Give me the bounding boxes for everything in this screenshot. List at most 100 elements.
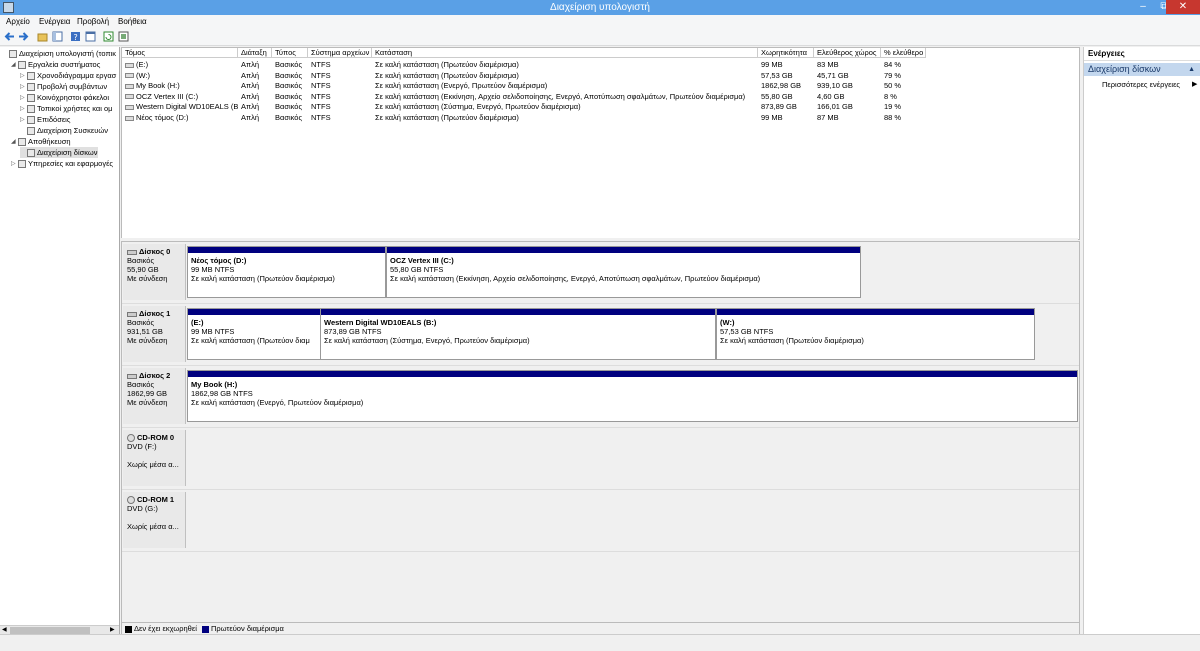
table-cell[interactable]: Σε καλή κατάσταση (Σύστημα, Ενεργό, Πρωτ… [372,102,758,112]
table-cell[interactable]: NTFS [308,71,372,81]
table-cell[interactable]: 19 % [881,102,926,112]
minimize-button[interactable]: – [1132,0,1154,14]
partition[interactable]: Western Digital WD10EALS (B:) 873,89 GB N… [320,308,716,360]
tree-item[interactable]: ▷ Επιδόσεις [20,114,70,125]
table-cell[interactable]: 4,60 GB [814,92,881,102]
tree-item[interactable]: ▷ Κοινόχρηστοι φάκελοι [20,92,109,103]
table-cell[interactable]: 57,53 GB [758,71,814,81]
partition[interactable]: Νέος τόμος (D:) 99 MB NTFS Σε καλή κατάστα… [187,246,386,298]
disk-label[interactable]: CD-ROM 0 DVD (F:) Χωρίς μέσα α... [123,430,186,486]
scroll-left-icon[interactable]: ◀ [2,626,7,633]
expand-arrow-icon[interactable]: ▷ [11,159,18,170]
volume-name-cell[interactable]: (E:) [122,60,238,70]
table-cell[interactable]: 45,71 GB [814,71,881,81]
refresh-icon[interactable] [103,31,114,42]
table-cell[interactable]: Βασικός [272,71,308,81]
menu-help[interactable]: Βοήθεια [118,17,147,26]
partition[interactable]: My Book (H:) 1862,98 GB NTFS Σε καλή κατάσ… [187,370,1078,422]
table-cell[interactable]: Απλή [238,71,272,81]
column-header[interactable]: Τύπος [272,48,308,58]
expand-arrow-icon[interactable]: ▷ [20,93,27,104]
menu-view[interactable]: Προβολή [77,17,109,26]
table-cell[interactable]: Βασικός [272,60,308,70]
volume-name-cell[interactable]: OCZ Vertex III (C:) [122,92,238,102]
disk-label[interactable]: CD-ROM 1 DVD (G:) Χωρίς μέσα α... [123,492,186,548]
close-button[interactable]: ✕ [1166,0,1200,14]
table-cell[interactable]: NTFS [308,60,372,70]
table-cell[interactable]: 55,80 GB [758,92,814,102]
properties-icon[interactable] [85,31,96,42]
table-cell[interactable]: Απλή [238,113,272,123]
column-header[interactable]: Τόμος [122,48,238,58]
expand-arrow-icon[interactable]: ◢ [11,137,18,148]
menu-action[interactable]: Ενέργεια [39,17,70,26]
menu-file[interactable]: Αρχείο [6,17,30,26]
table-cell[interactable]: Σε καλή κατάσταση (Εκκίνηση, Αρχείο σελι… [372,92,758,102]
tree-item[interactable]: ▷ Προβολή συμβάντων [20,81,107,92]
tree-item[interactable]: ◢ Αποθήκευση [11,136,71,147]
column-header[interactable]: Σύστημα αρχείων [308,48,372,58]
table-cell[interactable]: Απλή [238,81,272,91]
disk-label[interactable]: Δίσκος 2 Βασικός 1862,99 GB Με σύνδεση [123,368,186,424]
table-cell[interactable]: 99 MB [758,113,814,123]
disk-properties-icon[interactable] [118,31,129,42]
disk-label[interactable]: Δίσκος 0 Βασικός 55,90 GB Με σύνδεση [123,244,186,300]
tree-item[interactable]: ▷ Υπηρεσίες και εφαρμογές [11,158,113,169]
table-cell[interactable]: 84 % [881,60,926,70]
tree-item[interactable]: Διαχείριση Συσκευών [20,125,108,136]
table-cell[interactable]: 83 MB [814,60,881,70]
table-cell[interactable]: 99 MB [758,60,814,70]
tree-item[interactable]: ◢ Εργαλεία συστήματος [11,59,100,70]
table-cell[interactable]: Σε καλή κατάσταση (Πρωτεύον διαμέρισμα) [372,60,758,70]
column-header[interactable]: Ελεύθερος χώρος [814,48,881,58]
table-cell[interactable]: 88 % [881,113,926,123]
expand-arrow-icon[interactable]: ▷ [20,104,27,115]
more-actions-item[interactable]: Περισσότερες ενέργειες ▶ [1102,80,1197,89]
table-cell[interactable]: Σε καλή κατάσταση (Πρωτεύον διαμέρισμα) [372,113,758,123]
table-cell[interactable]: 8 % [881,92,926,102]
partition[interactable]: (W:) 57,53 GB NTFS Σε καλή κατάσταση (Πρωτ… [716,308,1035,360]
actions-section-disk-management[interactable]: Διαχείριση δίσκων ▲ [1084,63,1200,76]
tree-item[interactable]: Διαχείριση δίσκων [20,147,98,158]
table-cell[interactable]: 50 % [881,81,926,91]
column-header[interactable]: Κατάσταση [372,48,758,58]
column-header[interactable]: Χωρητικότητα [758,48,814,58]
table-cell[interactable]: 873,89 GB [758,102,814,112]
column-header[interactable]: % ελεύθερο [881,48,926,58]
help-icon[interactable]: ? [70,31,81,42]
table-cell[interactable]: NTFS [308,81,372,91]
table-cell[interactable]: NTFS [308,102,372,112]
expand-arrow-icon[interactable]: ▷ [20,71,27,82]
table-cell[interactable]: Βασικός [272,92,308,102]
tree-item[interactable]: ▷ Χρονοδιάγραμμα εργασ [20,70,116,81]
column-header[interactable]: Διάταξη [238,48,272,58]
table-cell[interactable]: 166,01 GB [814,102,881,112]
back-arrow-icon[interactable] [4,31,15,42]
scrollbar-thumb[interactable] [10,627,90,634]
partition[interactable]: OCZ Vertex III (C:) 55,80 GB NTFS Σε καλή … [386,246,861,298]
up-folder-icon[interactable] [37,31,48,42]
forward-arrow-icon[interactable] [18,31,29,42]
volume-name-cell[interactable]: Νέος τόμος (D:) [122,113,238,123]
table-cell[interactable]: Απλή [238,102,272,112]
tree-item[interactable]: Διαχείριση υπολογιστή (τοπικ [2,48,116,59]
table-cell[interactable]: 1862,98 GB [758,81,814,91]
expand-arrow-icon[interactable]: ▷ [20,82,27,93]
collapse-arrow-icon[interactable]: ▲ [1188,63,1195,76]
table-cell[interactable]: Βασικός [272,81,308,91]
table-cell[interactable]: Απλή [238,60,272,70]
table-cell[interactable]: NTFS [308,113,372,123]
table-cell[interactable]: Απλή [238,92,272,102]
volume-name-cell[interactable]: My Book (H:) [122,81,238,91]
table-cell[interactable]: Σε καλή κατάσταση (Ενεργό, Πρωτεύον διαμ… [372,81,758,91]
table-cell[interactable]: 87 MB [814,113,881,123]
table-cell[interactable]: 939,10 GB [814,81,881,91]
table-cell[interactable]: Σε καλή κατάσταση (Πρωτεύον διαμέρισμα) [372,71,758,81]
expand-arrow-icon[interactable]: ▷ [20,115,27,126]
table-cell[interactable]: Βασικός [272,113,308,123]
volume-name-cell[interactable]: (W:) [122,71,238,81]
title-bar[interactable]: Διαχείριση υπολογιστή – ⧉ ✕ [0,0,1200,15]
tree-item[interactable]: ▷ Τοπικοί χρήστες και ομ [20,103,113,114]
expand-arrow-icon[interactable]: ◢ [11,60,18,71]
table-cell[interactable]: NTFS [308,92,372,102]
